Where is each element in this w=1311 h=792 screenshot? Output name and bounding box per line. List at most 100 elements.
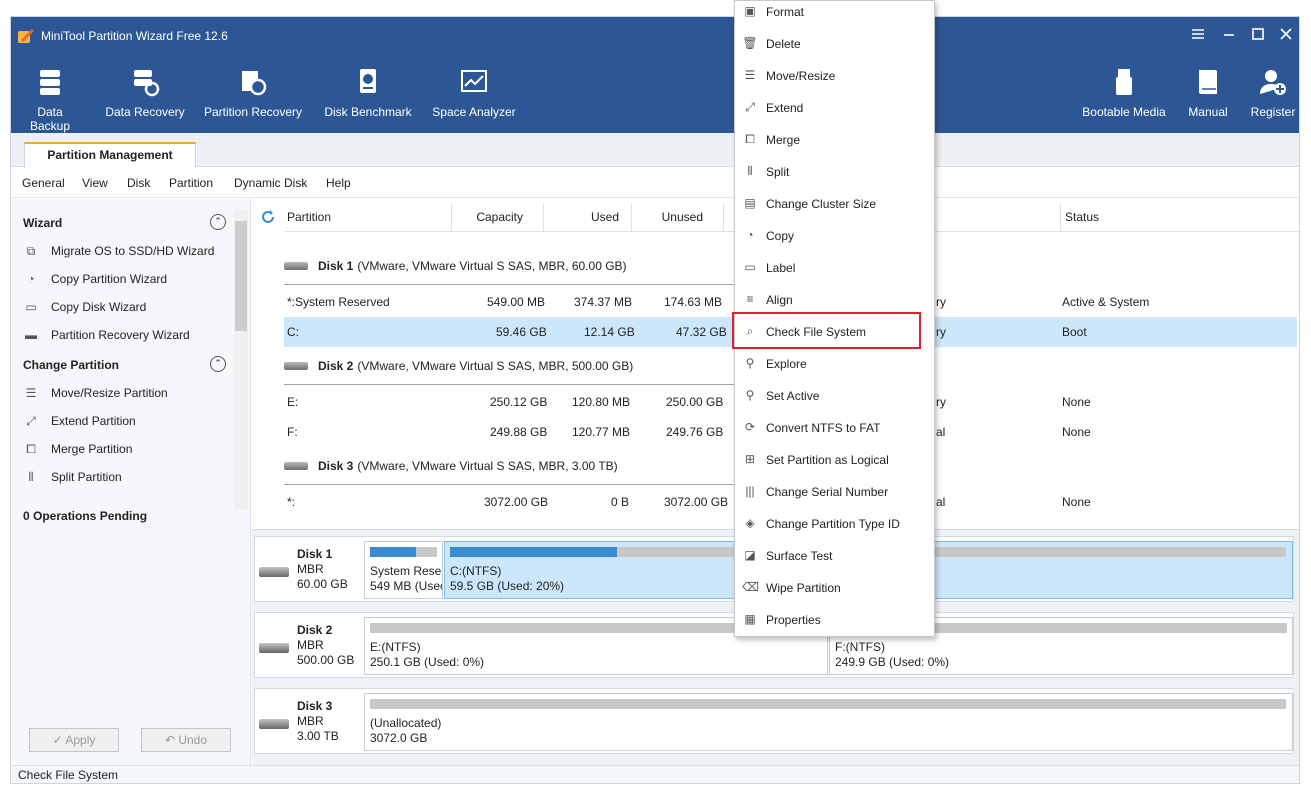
sidebar-item-label: Merge Partition [51, 442, 133, 456]
usage-fill [450, 547, 618, 557]
scrollbar-thumb[interactable] [235, 221, 247, 331]
sidebar-item-split[interactable]: ⫴ Split Partition [23, 467, 121, 487]
menu-general[interactable]: General [22, 176, 65, 190]
context-menu-label: Format [766, 5, 805, 19]
context-menu-item-extend[interactable]: ⤢ Extend [735, 91, 934, 123]
context-menu-item-wipe-partition[interactable]: ⌫ Wipe Partition [735, 571, 934, 603]
tab-partition-management[interactable]: Partition Management [24, 142, 196, 168]
context-menu-item-convert-ntfs-to-fat[interactable]: ⟳ Convert NTFS to FAT [735, 411, 934, 443]
trash-icon: 🗑 [742, 36, 758, 50]
usage-bar [370, 547, 437, 557]
context-menu-item-set-partition-as-logical[interactable]: ⊞ Set Partition as Logical [735, 443, 934, 475]
refresh-icon[interactable] [260, 209, 276, 225]
sidebar-item-copy-partition-wizard[interactable]: ◔ Copy Partition Wizard [23, 269, 167, 289]
column-header-used[interactable]: Used [544, 203, 632, 231]
context-menu-item-surface-test[interactable]: ◪ Surface Test [735, 539, 934, 571]
toolbar-label: Space Analyzer [432, 105, 516, 119]
context-menu-item-properties[interactable]: ▦ Properties [735, 603, 934, 635]
column-header-unused[interactable]: Unused [632, 203, 724, 231]
register-button[interactable]: Register [1249, 67, 1297, 127]
sidebar-scrollbar[interactable] [234, 209, 248, 509]
close-icon[interactable] [1279, 27, 1293, 41]
menu-view[interactable]: View [82, 176, 108, 190]
context-menu-item-change-partition-type-id[interactable]: ◈ Change Partition Type ID [735, 507, 934, 539]
cell-partition: E: [287, 395, 299, 409]
partition-block-info: 3072.0 GB [370, 731, 428, 745]
data-backup-button[interactable]: Data Backup [17, 67, 83, 133]
disk-row[interactable]: Disk 3 (VMware, VMware Virtual S SAS, MBR… [284, 451, 618, 481]
cell-type: ry [936, 325, 946, 339]
barcode-icon: ||| [745, 484, 755, 498]
sidebar-item-label: Extend Partition [51, 414, 136, 428]
disk-desc: (VMware, VMware Virtual S SAS, MBR, 500.… [357, 359, 634, 373]
context-menu-label: Move/Resize [766, 69, 836, 83]
context-menu-label: Wipe Partition [766, 581, 841, 595]
disk-row[interactable]: Disk 1 (VMware, VMware Virtual S SAS, MBR… [284, 251, 627, 281]
format-icon: ▣ [744, 4, 756, 18]
column-header-capacity[interactable]: Capacity [452, 203, 544, 231]
data-recovery-button[interactable]: Data Recovery [105, 67, 185, 127]
apply-button[interactable]: ✓ Apply [29, 728, 119, 752]
label-icon: ▭ [744, 260, 756, 274]
context-menu-label: Change Cluster Size [766, 197, 877, 211]
collapse-change-partition-icon[interactable]: ⌃ [210, 356, 226, 372]
cell-status: None [1062, 395, 1091, 409]
cell-partition: F: [287, 425, 298, 439]
maximize-icon[interactable] [1251, 27, 1265, 41]
disk-benchmark-button[interactable]: Disk Benchmark [323, 67, 413, 127]
menu-disk[interactable]: Disk [127, 176, 150, 190]
toolbar-label: Manual [1188, 105, 1228, 119]
usage-bar [370, 699, 1286, 709]
partition-block-label: F:(NTFS) [835, 640, 885, 654]
context-menu-item-change-serial-number[interactable]: ||| Change Serial Number [735, 475, 934, 507]
data-recovery-icon [134, 70, 160, 97]
minimize-icon[interactable] [1222, 27, 1236, 41]
partition-block[interactable]: (Unallocated) 3072.0 GB [364, 693, 1293, 751]
merge-icon: ⧠ [745, 132, 755, 146]
cell-partition: *:System Reserved [287, 295, 390, 309]
context-menu-item-align[interactable]: ≡ Align [735, 283, 934, 315]
bootable-media-button[interactable]: Bootable Media [1079, 67, 1169, 127]
context-menu-item-set-active[interactable]: ⚲ Set Active [735, 379, 934, 411]
cell-capacity: 249.88 GB [490, 425, 548, 439]
context-menu-item-change-cluster-size[interactable]: ▤ Change Cluster Size [735, 187, 934, 219]
cell-partition: C: [287, 325, 299, 339]
space-analyzer-button[interactable]: Space Analyzer [431, 67, 517, 127]
cell-capacity: 549.00 MB [487, 295, 546, 309]
main-window: MiniTool Partition Wizard Free 12.6 Data… [10, 16, 1300, 784]
sidebar-item-migrate-os[interactable]: ⧉ Migrate OS to SSD/HD Wizard [23, 241, 215, 261]
column-header-partition[interactable]: Partition [284, 203, 452, 231]
sidebar-item-copy-disk-wizard[interactable]: ▭ Copy Disk Wizard [23, 297, 146, 317]
column-header-status[interactable]: Status [1060, 203, 1299, 231]
menu-dynamic-disk[interactable]: Dynamic Disk [234, 176, 307, 190]
copy-icon: ◔ [746, 228, 754, 242]
sidebar-item-partition-recovery-wizard[interactable]: ▬ Partition Recovery Wizard [23, 325, 190, 345]
context-menu-item-copy[interactable]: ◔ Copy [735, 219, 934, 251]
data-backup-icon [40, 70, 60, 95]
context-menu-item-split[interactable]: ⫴ Split [735, 155, 934, 187]
undo-button[interactable]: ↶ Undo [141, 728, 231, 752]
partition-recovery-button[interactable]: Partition Recovery [203, 67, 303, 127]
menu-help[interactable]: Help [326, 176, 351, 190]
menu-partition[interactable]: Partition [169, 176, 213, 190]
disk-divider [284, 484, 734, 485]
disk-benchmark-icon [360, 69, 376, 93]
disk-map-row[interactable]: Disk 3 MBR 3.00 TB (Unallocated) 3072.0 … [254, 688, 1294, 754]
partition-block[interactable]: System Reser 549 MB (Usec [364, 541, 443, 599]
merge-icon: ⧠ [26, 442, 36, 456]
context-menu-item-move-resize[interactable]: ☰ Move/Resize [735, 59, 934, 91]
sidebar-item-merge[interactable]: ⧠ Merge Partition [23, 439, 132, 459]
context-menu-item-explore[interactable]: ⚲ Explore [735, 347, 934, 379]
manual-button[interactable]: Manual [1185, 67, 1231, 127]
sidebar-item-move-resize[interactable]: ☰ Move/Resize Partition [23, 383, 168, 403]
collapse-wizard-icon[interactable]: ⌃ [210, 214, 226, 230]
context-menu-item-delete[interactable]: 🗑 Delete [735, 27, 934, 59]
disk-row[interactable]: Disk 2 (VMware, VMware Virtual S SAS, MBR… [284, 351, 633, 381]
context-menu-item-format[interactable]: ▣ Format [735, 0, 934, 27]
sidebar-item-label: Copy Disk Wizard [51, 300, 147, 314]
partition-block-label: (Unallocated) [370, 716, 442, 730]
sidebar-item-extend[interactable]: ⤢ Extend Partition [23, 411, 136, 431]
context-menu-item-label[interactable]: ▭ Label [735, 251, 934, 283]
context-menu-item-merge[interactable]: ⧠ Merge [735, 123, 934, 155]
hamburger-menu-icon[interactable] [1191, 27, 1205, 41]
